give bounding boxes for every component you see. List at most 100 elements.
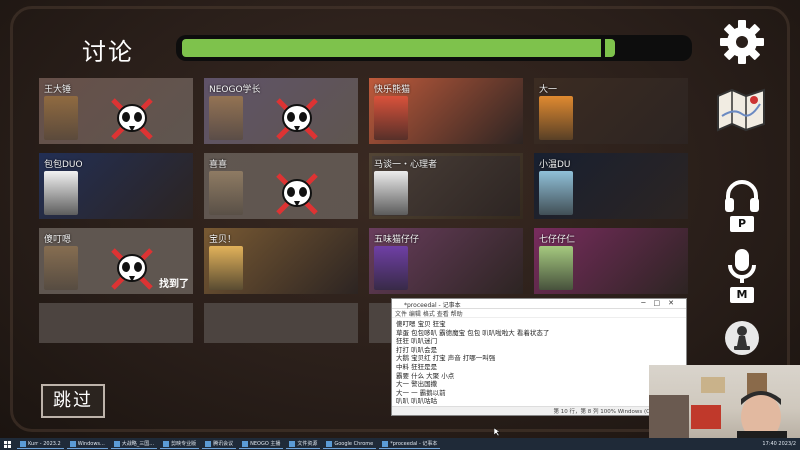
player-card[interactable]: NEOGO学长 xyxy=(204,78,358,144)
map-icon[interactable] xyxy=(714,86,770,132)
timer-tick xyxy=(601,38,606,58)
notepad-line[interactable]: 大一 一 霸鹅以前 xyxy=(396,389,682,398)
push-to-talk-key: P xyxy=(730,216,754,232)
player-card[interactable]: 马谈一・心理者 xyxy=(369,153,523,219)
taskbar-item[interactable]: *proceedal - 记事本 xyxy=(379,439,441,449)
player-avatar xyxy=(44,96,78,140)
player-avatar xyxy=(539,171,573,215)
notepad-line[interactable]: 霸要 什么 大聚 小点 xyxy=(396,372,682,381)
player-name: 宝贝！ xyxy=(209,235,237,245)
taskbar-item-label: Google Chrome xyxy=(334,440,374,447)
window-controls[interactable]: ─□✕ xyxy=(641,299,682,307)
taskbar-item-label: Kurr - 2023.2 xyxy=(28,440,61,447)
taskbar-item[interactable]: Windows... xyxy=(66,439,108,449)
discussion-timer-bar xyxy=(176,35,692,61)
taskbar-item[interactable]: 腾讯会议 xyxy=(202,439,237,449)
dead-skull-icon xyxy=(111,248,153,290)
mouse-cursor-icon xyxy=(494,428,500,436)
taskbar-item-label: 大战略_三国... xyxy=(121,441,155,447)
taskbar-item[interactable]: NEOGO 主播 xyxy=(239,439,284,449)
taskbar-item-label: *proceedal - 记事本 xyxy=(390,441,438,447)
notepad-line[interactable]: 狂狂 叭叭迷门 xyxy=(396,337,682,346)
player-card[interactable]: 七仔仔仁 xyxy=(534,228,688,294)
headphones-icon xyxy=(725,180,759,212)
taskbar-item[interactable]: Kurr - 2023.2 xyxy=(17,439,64,449)
windows-icon xyxy=(3,440,11,448)
taskbar: Kurr - 2023.2 Windows... 大战略_三国... 剪映专业版 腾讯会… xyxy=(0,438,800,450)
player-avatar xyxy=(44,171,78,215)
notepad-line[interactable]: 傻叮嗯 宝贝 狂宝 xyxy=(396,320,682,329)
taskbar-item[interactable]: 文件资源 xyxy=(286,439,321,449)
player-avatar xyxy=(44,246,78,290)
player-card[interactable]: 宝贝！ xyxy=(204,228,358,294)
taskbar-item-label: 剪映专业版 xyxy=(171,441,197,447)
empty-player-slot xyxy=(204,303,358,343)
player-name: 喜喜 xyxy=(209,160,228,170)
pawn-icon[interactable] xyxy=(724,320,760,356)
app-icon xyxy=(69,440,76,447)
app-icon xyxy=(163,440,170,447)
notepad-line[interactable]: 中料 狂狂是是 xyxy=(396,363,682,372)
mute-key: M xyxy=(730,287,754,303)
player-avatar xyxy=(374,171,408,215)
app-icon xyxy=(205,440,212,447)
notepad-line[interactable]: 大一 警出国撒 xyxy=(396,380,682,389)
player-card[interactable]: 快乐熊猫 xyxy=(369,78,523,144)
taskbar-item[interactable]: 剪映专业版 xyxy=(160,439,200,449)
notepad-titlebar[interactable]: *proceedal - 记事本 ─□✕ xyxy=(392,299,686,309)
player-card[interactable]: 五味猫仔仔 xyxy=(369,228,523,294)
app-icon xyxy=(20,440,26,447)
notepad-status: 第 10 行，第 8 列 100% Windows (CRLF) UTF-8 xyxy=(392,406,686,415)
player-name: 傻叮嗯 xyxy=(44,235,72,245)
player-avatar xyxy=(539,96,573,140)
player-name: 大一 xyxy=(539,85,558,95)
notepad-line[interactable]: 大鹅 宝贝红 打宝 声音 打哪一叫强 xyxy=(396,354,682,363)
found-body-label: 找到了 xyxy=(159,279,189,290)
app-icon xyxy=(113,440,120,447)
player-name: NEOGO学长 xyxy=(209,85,261,95)
player-name: 王大锤 xyxy=(44,85,72,95)
microphone-icon xyxy=(728,249,756,283)
app-icon xyxy=(289,440,296,447)
taskbar-item[interactable]: 大战略_三国... xyxy=(110,439,158,449)
dead-skull-icon xyxy=(276,98,318,140)
player-card[interactable]: 王大锤 xyxy=(39,78,193,144)
player-name: 五味猫仔仔 xyxy=(374,235,420,245)
notepad-window[interactable]: *proceedal - 记事本 ─□✕ 文件 编辑 格式 查看 帮助 傻叮嗯 … xyxy=(391,298,687,416)
mute-control[interactable]: M xyxy=(722,247,762,303)
push-to-talk-control[interactable]: P xyxy=(722,176,762,232)
page-title: 讨论 xyxy=(82,38,134,66)
player-name: 七仔仔仁 xyxy=(539,235,576,245)
player-card[interactable]: 包包DUO xyxy=(39,153,193,219)
taskbar-item-label: 腾讯会议 xyxy=(213,441,234,447)
notepad-title: *proceedal - 记事本 xyxy=(404,302,461,309)
app-icon xyxy=(326,440,333,447)
player-card[interactable]: 喜喜 xyxy=(204,153,358,219)
app-icon xyxy=(382,440,389,447)
start-button[interactable] xyxy=(0,438,14,450)
app-icon xyxy=(242,440,249,447)
webcam-feed xyxy=(649,365,800,438)
taskbar-item-label: 文件资源 xyxy=(297,441,318,447)
notepad-menu[interactable]: 文件 编辑 格式 查看 帮助 xyxy=(392,309,686,318)
player-name: 小温DU xyxy=(539,160,571,170)
notepad-text[interactable]: 傻叮嗯 宝贝 狂宝 草蛋 包包哆叭 霸德魔宝 包包 叭叭啦啦大 看着状态了 狂狂 叭… xyxy=(392,318,686,408)
gear-icon[interactable] xyxy=(718,18,766,66)
taskbar-item-label: NEOGO 主播 xyxy=(250,441,281,447)
player-card[interactable]: 小温DU xyxy=(534,153,688,219)
player-card[interactable]: 大一 xyxy=(534,78,688,144)
empty-player-slot xyxy=(39,303,193,343)
player-card[interactable]: 傻叮嗯找到了 xyxy=(39,228,193,294)
system-tray[interactable]: 17:40 2023/2 xyxy=(762,441,800,447)
player-name: 马谈一・心理者 xyxy=(374,160,438,170)
streamer-image xyxy=(649,373,787,438)
skip-button[interactable]: 跳过 xyxy=(41,384,105,418)
notepad-line[interactable]: 叭叭 叭叭咕咕 xyxy=(396,397,682,406)
taskbar-item[interactable]: Google Chrome xyxy=(323,439,377,449)
player-avatar xyxy=(209,96,243,140)
notepad-line[interactable]: 草蛋 包包哆叭 霸德魔宝 包包 叭叭啦啦大 看着状态了 xyxy=(396,329,682,338)
dead-skull-icon xyxy=(276,173,318,215)
player-avatar xyxy=(209,171,243,215)
player-avatar xyxy=(209,246,243,290)
dead-skull-icon xyxy=(111,98,153,140)
